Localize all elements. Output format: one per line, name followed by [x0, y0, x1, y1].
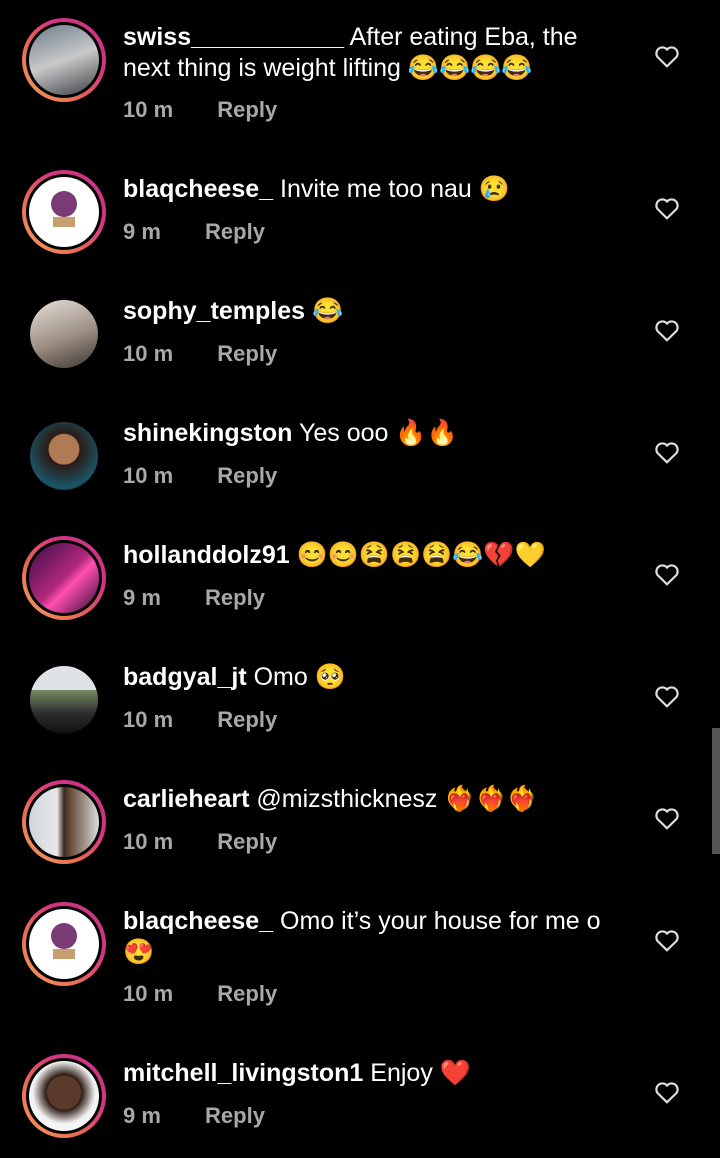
heart-icon[interactable] [654, 196, 680, 220]
comment-timestamp: 10 m [123, 463, 174, 488]
reply-button[interactable]: Reply [205, 585, 265, 610]
comment-text: Omo it’s your house for me o [280, 907, 601, 935]
reply-button[interactable]: Reply [205, 1103, 265, 1128]
comment-emoji: 🥺 [314, 663, 346, 691]
comment-emoji: 😂 [311, 297, 344, 325]
comment-username[interactable]: hollanddolz91 [123, 541, 290, 569]
comment-text: Omo [253, 663, 308, 691]
reply-button[interactable]: Reply [205, 219, 265, 244]
comment-username[interactable]: swiss___________ [123, 23, 344, 51]
comment-text: Yes ooo [298, 419, 389, 447]
avatar[interactable] [22, 1054, 106, 1138]
reply-button[interactable]: Reply [217, 829, 277, 854]
comment-timestamp: 10 m [123, 829, 174, 854]
comment-username[interactable]: badgyal_jt [123, 663, 247, 691]
avatar[interactable] [22, 780, 106, 864]
heart-icon[interactable] [654, 928, 680, 952]
comment-emoji: ❤️ [439, 1059, 471, 1087]
heart-icon[interactable] [654, 806, 680, 830]
comment-username[interactable]: sophy_temples [123, 297, 305, 325]
comment-timestamp: 9 m [123, 585, 161, 610]
comment-emoji: 😍 [123, 938, 155, 966]
avatar[interactable] [22, 170, 106, 254]
avatar[interactable] [22, 902, 106, 986]
reply-button[interactable]: Reply [217, 341, 277, 366]
heart-icon[interactable] [654, 318, 680, 342]
heart-icon[interactable] [654, 562, 680, 586]
comment-timestamp: 10 m [123, 341, 174, 366]
comment-username[interactable]: mitchell_livingston1 [123, 1059, 363, 1087]
reply-button[interactable]: Reply [217, 981, 277, 1006]
comment-text: Invite me too nau [280, 175, 472, 203]
comment-timestamp: 9 m [123, 219, 161, 244]
avatar[interactable] [30, 666, 98, 734]
comment-emoji: ❤️‍🔥❤️‍🔥❤️‍🔥 [444, 785, 538, 813]
comment-emoji: 😂😂😂😂 [407, 54, 533, 82]
comment-timestamp: 10 m [123, 707, 174, 732]
comment-emoji: 😢 [478, 175, 510, 203]
comment-username[interactable]: carlieheart [123, 785, 249, 813]
heart-icon[interactable] [654, 440, 680, 464]
comment-text: Enjoy [370, 1059, 433, 1087]
comment-emoji: 🔥🔥 [395, 419, 458, 447]
heart-icon[interactable] [654, 1080, 680, 1104]
comment-username[interactable]: blaqcheese_ [123, 175, 273, 203]
reply-button[interactable]: Reply [217, 97, 277, 122]
comment-text: @mizsthicknesz [256, 785, 438, 813]
heart-icon[interactable] [654, 44, 680, 68]
avatar[interactable] [30, 300, 98, 368]
reply-button[interactable]: Reply [217, 463, 277, 488]
comment-timestamp: 10 m [123, 97, 174, 122]
comment-timestamp: 10 m [123, 981, 174, 1006]
avatar[interactable] [22, 536, 106, 620]
comment-username[interactable]: shinekingston [123, 419, 292, 447]
avatar[interactable] [22, 18, 106, 102]
comment-username[interactable]: blaqcheese_ [123, 907, 273, 935]
avatar[interactable] [30, 422, 98, 490]
heart-icon[interactable] [654, 684, 680, 708]
reply-button[interactable]: Reply [217, 707, 277, 732]
scrollbar[interactable] [712, 728, 720, 854]
comment-timestamp: 9 m [123, 1103, 161, 1128]
comment-emoji: 😊😊😫😫😫😂💔💛 [296, 541, 546, 569]
